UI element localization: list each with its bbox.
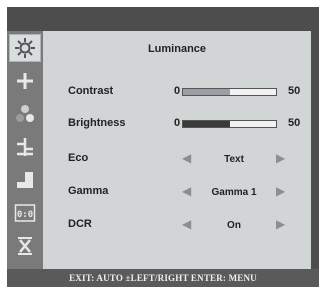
image-boost-icon [17, 138, 33, 156]
dcr-right-arrow-icon[interactable]: ▶ [276, 218, 285, 230]
luminance-icon [15, 38, 35, 58]
extra-icon: 0:0 [14, 204, 36, 222]
dcr-left-arrow-icon[interactable]: ◀ [182, 218, 191, 230]
contrast-slider[interactable] [182, 88, 277, 96]
tab-extra[interactable]: 0:0 [9, 199, 41, 227]
eco-left-arrow-icon[interactable]: ◀ [182, 152, 191, 164]
contrast-max: 50 [288, 85, 301, 97]
tab-luminance[interactable] [9, 34, 41, 62]
eco-right-arrow-icon[interactable]: ▶ [276, 152, 285, 164]
brightness-label: Brightness [68, 117, 126, 129]
footer-help: EXIT: AUTO ±LEFT/RIGHT ENTER: MENU [7, 269, 319, 287]
gamma-left-arrow-icon[interactable]: ◀ [182, 185, 191, 197]
brightness-min: 0 [174, 117, 181, 129]
tab-column: 0:0 [7, 31, 43, 269]
svg-text:0:0: 0:0 [17, 210, 33, 220]
gamma-right-arrow-icon[interactable]: ▶ [276, 185, 285, 197]
osd-setup-icon [17, 172, 33, 188]
gamma-label: Gamma [68, 185, 109, 197]
contrast-slider-fill [183, 89, 230, 95]
image-setup-icon [17, 73, 33, 89]
contrast-min: 0 [174, 85, 181, 97]
dcr-label: DCR [68, 218, 92, 230]
tab-color-temp[interactable] [9, 100, 41, 128]
contrast-label: Contrast [68, 85, 114, 97]
color-temp-icon [16, 105, 34, 122]
settings-panel: Luminance Contrast 0 50 Brightness 0 50 … [43, 31, 311, 269]
page-title: Luminance [147, 43, 207, 55]
gamma-value: Gamma 1 [211, 187, 257, 198]
brightness-max: 50 [288, 117, 301, 129]
tab-image-setup[interactable] [9, 67, 41, 95]
eco-label: Eco [68, 152, 89, 164]
osd-menu: 0:0 Luminance Contrast 0 50 Brightness 0… [7, 7, 319, 287]
tab-osd-setup[interactable] [9, 166, 41, 194]
brightness-slider[interactable] [182, 120, 277, 128]
eco-value: Text [224, 154, 244, 165]
tab-reset[interactable] [9, 232, 41, 260]
dcr-value: On [227, 220, 241, 231]
reset-icon [18, 237, 32, 255]
brightness-slider-fill [183, 121, 230, 127]
tab-image-boost[interactable] [9, 133, 41, 161]
